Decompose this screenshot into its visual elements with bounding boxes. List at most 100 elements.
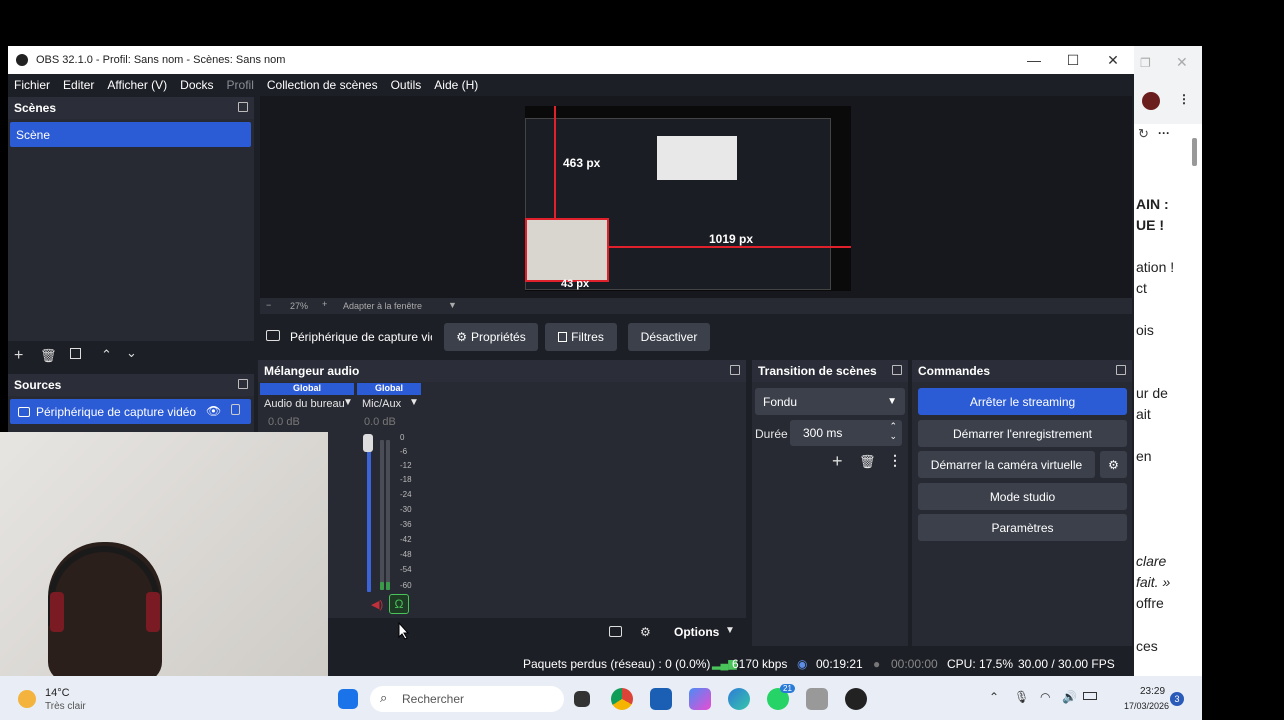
obs-taskbar-icon[interactable] <box>845 688 867 710</box>
microphone-icon[interactable]: 🎙 <box>1014 690 1029 704</box>
undock-icon[interactable] <box>238 379 248 389</box>
close-icon[interactable]: ✕ <box>1176 54 1188 71</box>
scene-item[interactable]: Scène <box>10 122 251 147</box>
transition-select[interactable]: Fondu ▼ <box>755 388 905 415</box>
menu-bar: Fichier Editer Afficher (V) Docks Profil… <box>8 74 1134 96</box>
maximize-button[interactable]: ☐ <box>1053 46 1093 74</box>
undock-icon[interactable] <box>1116 365 1126 375</box>
menu-outils[interactable]: Outils <box>391 78 422 92</box>
move-up-icon[interactable]: ⌃ <box>101 347 112 363</box>
tray-chevron-icon[interactable]: ⌃ <box>989 690 999 704</box>
weather-desc: Très clair <box>45 701 86 712</box>
filter-icon <box>558 332 568 342</box>
eye-icon[interactable]: 👁 <box>206 404 221 418</box>
menu-aide[interactable]: Aide (H) <box>434 78 478 92</box>
start-recording-button[interactable]: Démarrer l'enregistrement <box>918 420 1127 447</box>
move-down-icon[interactable]: ⌄ <box>126 345 137 361</box>
settings-button[interactable]: Paramètres <box>918 514 1127 541</box>
zoom-out-icon[interactable]: − <box>266 300 271 310</box>
mouse-cursor-icon <box>398 622 410 640</box>
studio-mode-button[interactable]: Mode studio <box>918 483 1127 510</box>
edge-icon[interactable] <box>728 688 750 710</box>
clock-time[interactable]: 23:29 <box>1140 686 1165 697</box>
level-meter-peak <box>386 582 390 590</box>
options-button[interactable]: Options <box>674 625 719 639</box>
profile-avatar[interactable] <box>1142 92 1160 110</box>
undock-icon[interactable] <box>730 365 740 375</box>
close-button[interactable]: ✕ <box>1093 46 1133 74</box>
refresh-icon[interactable]: ↻ <box>1138 126 1149 142</box>
transition-title: Transition de scènes <box>758 364 877 378</box>
add-transition-icon[interactable]: + <box>832 451 843 472</box>
search-icon: ⌕ <box>380 690 388 705</box>
volume-slider-handle[interactable] <box>363 434 373 452</box>
window-title: OBS 32.1.0 - Profil: Sans nom - Scènes: … <box>36 54 286 66</box>
stream-time: 00:19:21 <box>816 657 863 671</box>
browser-window-edge: ❐ ✕ ⋮ ↻ ··· AIN : UE ! ation ! ct ois ur… <box>1134 46 1202 676</box>
channel-name[interactable]: Mic/Aux <box>362 398 401 410</box>
record-time: 00:00:00 <box>891 657 938 671</box>
layout-icon[interactable] <box>609 626 622 637</box>
clock-date[interactable]: 17/03/2026 <box>1124 701 1169 711</box>
zoom-in-icon[interactable]: + <box>322 299 327 309</box>
window-titlebar[interactable]: OBS 32.1.0 - Profil: Sans nom - Scènes: … <box>8 46 1134 74</box>
headphones-icon[interactable]: Ω <box>389 594 409 614</box>
app-icon[interactable] <box>806 688 828 710</box>
trash-icon[interactable]: 🗑 <box>40 348 57 364</box>
minimize-button[interactable]: — <box>1014 46 1054 74</box>
mixer-footer <box>258 620 746 646</box>
menu-profil[interactable]: Profil <box>227 78 254 92</box>
add-icon[interactable]: + <box>14 347 23 365</box>
source-item[interactable]: Périphérique de capture vidéo 👁 <box>10 399 251 424</box>
properties-label: Propriétés <box>471 330 526 344</box>
wifi-icon[interactable]: ◠ <box>1040 690 1050 704</box>
filter-icon[interactable] <box>70 348 81 359</box>
menu-fichier[interactable]: Fichier <box>14 78 50 92</box>
article-text: offre <box>1136 595 1164 611</box>
duration-input[interactable]: 300 ms ⌃ ⌄ <box>790 420 902 446</box>
chrome-icon[interactable] <box>611 688 633 710</box>
options-dropdown-icon[interactable]: ▼ <box>725 625 735 636</box>
channel-dropdown-icon[interactable]: ▼ <box>343 397 353 408</box>
article-text: clare <box>1136 553 1167 569</box>
mute-icon[interactable]: ◀) <box>371 598 383 611</box>
scrollbar-thumb[interactable] <box>1192 138 1197 166</box>
mixer-settings-icon[interactable]: ⚙ <box>640 625 651 639</box>
deactivate-button[interactable]: Désactiver <box>628 323 710 351</box>
virtual-camera-settings-button[interactable]: ⚙ <box>1100 451 1127 478</box>
copilot-icon[interactable] <box>689 688 711 710</box>
article-text: en <box>1136 448 1152 464</box>
restore-icon[interactable]: ❐ <box>1140 56 1151 70</box>
volume-slider[interactable] <box>367 436 371 592</box>
meter-scale-label: -12 <box>400 461 412 470</box>
taskbar-search[interactable]: ⌕ Rechercher <box>370 686 564 712</box>
lock-icon[interactable] <box>231 404 240 415</box>
more-icon[interactable]: ⋮ <box>888 452 902 469</box>
menu-afficher[interactable]: Afficher (V) <box>107 78 167 92</box>
volume-icon[interactable]: 🔊 <box>1062 690 1077 704</box>
channel-name[interactable]: Audio du bureau <box>264 398 344 410</box>
start-menu-icon[interactable] <box>338 689 358 709</box>
stepper-down-icon[interactable]: ⌄ <box>889 431 897 442</box>
more-icon[interactable]: ⋮ <box>1178 92 1190 106</box>
menu-docks[interactable]: Docks <box>180 78 213 92</box>
filters-button[interactable]: Filtres <box>545 323 617 351</box>
stop-streaming-button[interactable]: Arrêter le streaming <box>918 388 1127 415</box>
store-icon[interactable] <box>650 688 672 710</box>
more-icon[interactable]: ··· <box>1158 126 1170 140</box>
measure-line-vertical <box>554 106 556 218</box>
menu-collection[interactable]: Collection de scènes <box>267 78 378 92</box>
task-view-icon[interactable] <box>574 691 590 707</box>
notification-badge[interactable]: 3 <box>1170 692 1184 706</box>
battery-icon[interactable] <box>1083 692 1097 700</box>
properties-button[interactable]: ⚙ Propriétés <box>444 323 538 351</box>
start-virtual-camera-button[interactable]: Démarrer la caméra virtuelle <box>918 451 1095 478</box>
weather-sun-icon[interactable] <box>18 690 36 708</box>
trash-icon[interactable]: 🗑 <box>859 454 876 470</box>
channel-dropdown-icon[interactable]: ▼ <box>409 397 419 408</box>
undock-icon[interactable] <box>892 365 902 375</box>
menu-editer[interactable]: Editer <box>63 78 94 92</box>
fit-dropdown-icon[interactable]: ▼ <box>448 300 457 310</box>
meter-scale-label: -42 <box>400 535 412 544</box>
undock-icon[interactable] <box>238 102 248 112</box>
